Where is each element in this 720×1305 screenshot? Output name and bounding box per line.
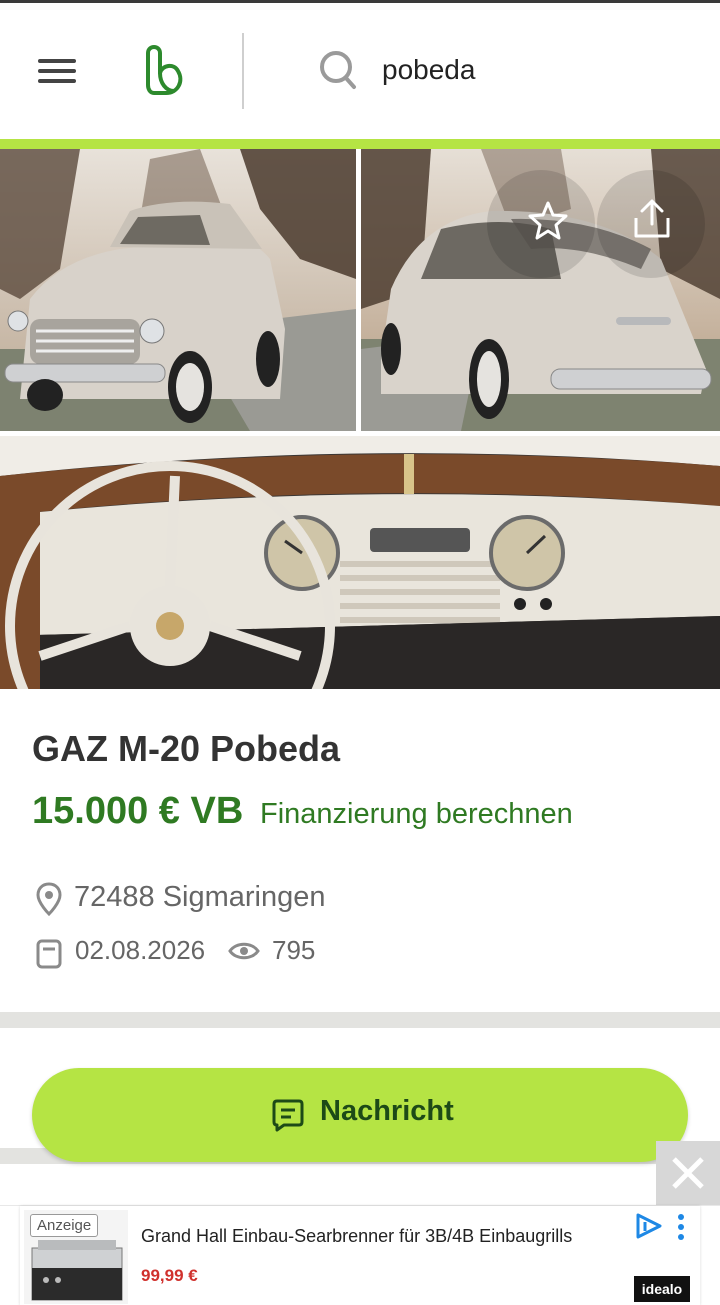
search-input[interactable] [382, 47, 702, 93]
photo-gallery [0, 149, 720, 689]
accent-bar [0, 139, 720, 149]
location-pin-icon [36, 882, 62, 916]
ad-banner: Anzeige Grand Hall Einbau-Searbrenner fü… [0, 1205, 720, 1305]
listing-date: 02.08.2026 [75, 935, 206, 965]
calendar-icon [36, 939, 62, 969]
message-button-label: Nachricht [320, 1095, 454, 1127]
search-icon[interactable] [318, 49, 358, 91]
message-button[interactable]: Nachricht [32, 1068, 688, 1162]
listing-title: GAZ M-20 Pobeda [32, 728, 341, 769]
ad-close-button[interactable] [656, 1141, 720, 1205]
chat-icon [272, 1099, 304, 1132]
hamburger-menu-icon[interactable] [36, 55, 78, 87]
close-icon [672, 1157, 704, 1189]
ad-label: Anzeige [30, 1214, 99, 1237]
listing-location: 72488 Sigmaringen [74, 881, 326, 913]
listing-photo-dashboard[interactable] [0, 436, 720, 689]
star-icon[interactable] [528, 200, 568, 240]
listing-price: 15.000 € VB [32, 790, 244, 832]
financing-link[interactable]: Finanzierung berechnen [260, 798, 573, 831]
ad-choices-icon[interactable] [634, 1212, 664, 1240]
ad-card[interactable]: Anzeige Grand Hall Einbau-Searbrenner fü… [20, 1206, 700, 1305]
eye-icon [228, 942, 260, 960]
view-count: 795 [272, 935, 316, 965]
ad-brand-logo: idealo [634, 1276, 690, 1302]
kleinanzeigen-logo[interactable] [140, 43, 188, 97]
ad-price: 99,99 € [141, 1266, 198, 1285]
listing-photo-rear[interactable] [361, 149, 720, 431]
app-header [0, 3, 720, 139]
more-options-icon[interactable] [674, 1212, 688, 1242]
section-separator [0, 1012, 720, 1028]
ad-title[interactable]: Grand Hall Einbau-Searbrenner für 3B/4B … [141, 1226, 631, 1247]
header-divider [242, 33, 244, 109]
listing-photo-front[interactable] [0, 149, 356, 431]
share-icon[interactable] [630, 198, 674, 240]
